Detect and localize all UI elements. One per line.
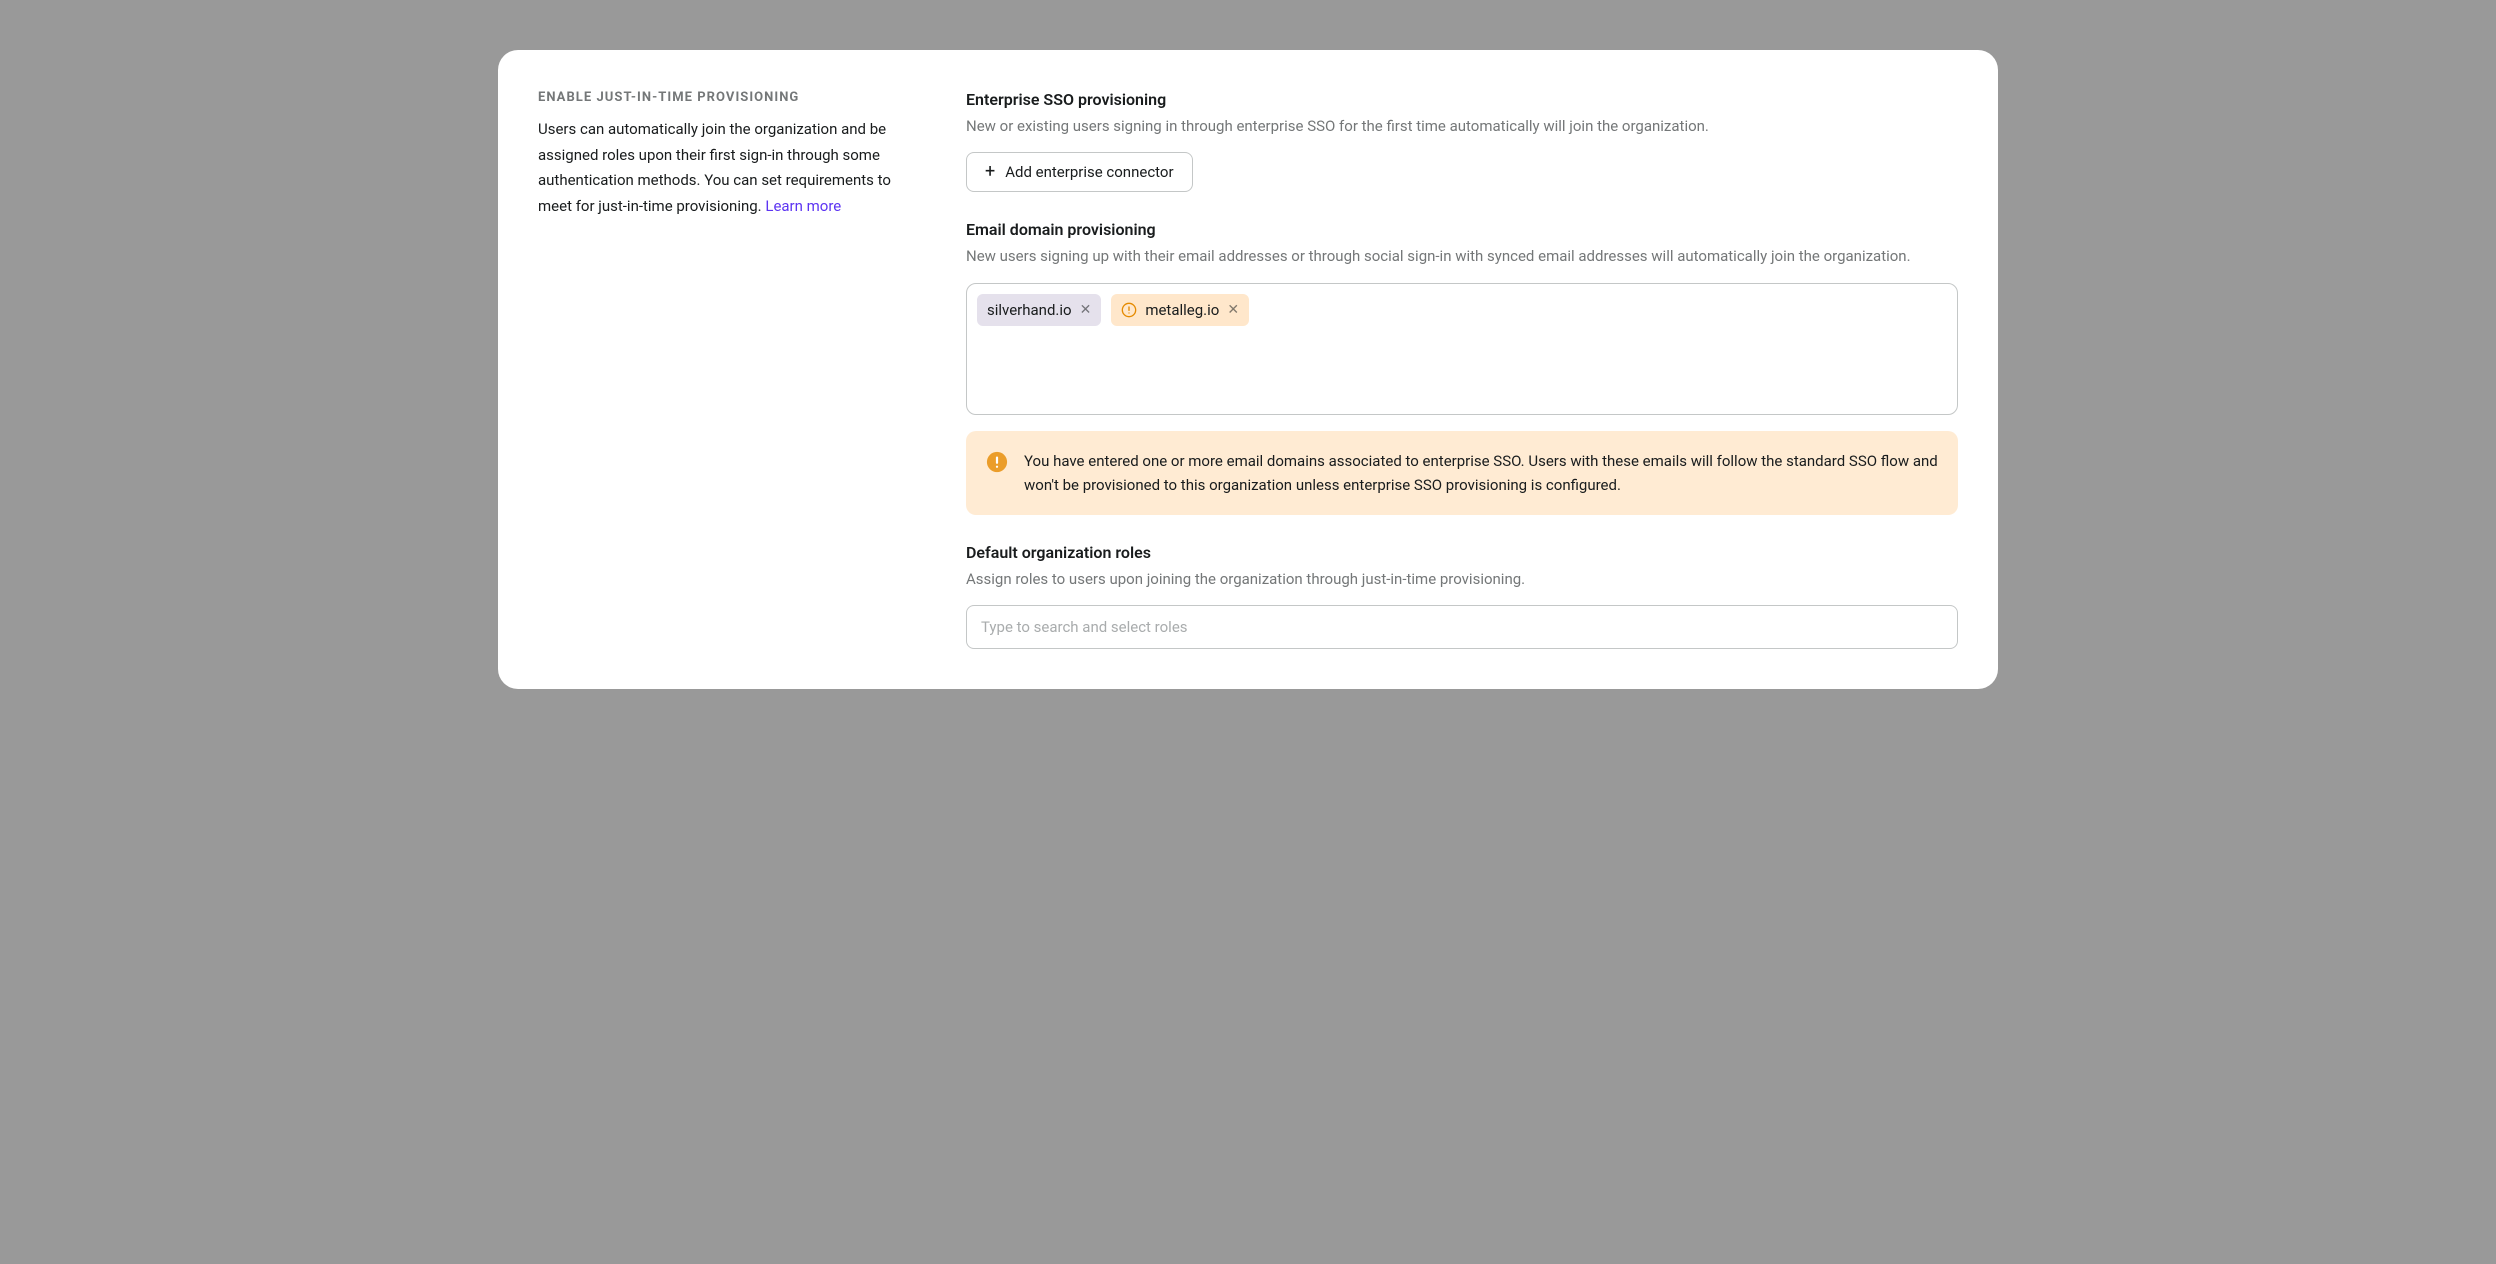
settings-card: ENABLE JUST-IN-TIME PROVISIONING Users c…	[498, 50, 1998, 689]
plus-icon: +	[985, 163, 995, 181]
domain-tag-label: silverhand.io	[987, 301, 1072, 319]
close-icon[interactable]: ✕	[1080, 303, 1092, 317]
warning-icon	[986, 451, 1008, 473]
learn-more-link[interactable]: Learn more	[765, 197, 841, 215]
sso-warning-alert: You have entered one or more email domai…	[966, 431, 1958, 515]
section-overline: ENABLE JUST-IN-TIME PROVISIONING	[538, 90, 918, 105]
email-domain-section: Email domain provisioning New users sign…	[966, 220, 1958, 514]
email-domain-input[interactable]: silverhand.io ✕ metalleg.io ✕	[966, 283, 1958, 415]
domain-tag: silverhand.io ✕	[977, 294, 1101, 326]
left-column: ENABLE JUST-IN-TIME PROVISIONING Users c…	[538, 90, 918, 649]
domain-tag-label: metalleg.io	[1145, 301, 1219, 319]
right-column: Enterprise SSO provisioning New or exist…	[966, 90, 1958, 649]
sso-title: Enterprise SSO provisioning	[966, 90, 1958, 109]
roles-desc: Assign roles to users upon joining the o…	[966, 568, 1958, 591]
roles-search-input[interactable]	[966, 605, 1958, 649]
domain-tag: metalleg.io ✕	[1111, 294, 1249, 326]
alert-text: You have entered one or more email domai…	[1024, 449, 1938, 497]
warning-icon	[1121, 302, 1137, 318]
section-description: Users can automatically join the organiz…	[538, 117, 918, 219]
close-icon[interactable]: ✕	[1227, 303, 1239, 317]
default-roles-section: Default organization roles Assign roles …	[966, 543, 1958, 649]
email-title: Email domain provisioning	[966, 220, 1958, 239]
roles-title: Default organization roles	[966, 543, 1958, 562]
add-button-label: Add enterprise connector	[1005, 163, 1173, 181]
email-desc: New users signing up with their email ad…	[966, 245, 1958, 268]
add-enterprise-connector-button[interactable]: + Add enterprise connector	[966, 152, 1193, 192]
sso-section: Enterprise SSO provisioning New or exist…	[966, 90, 1958, 192]
sso-desc: New or existing users signing in through…	[966, 115, 1958, 138]
